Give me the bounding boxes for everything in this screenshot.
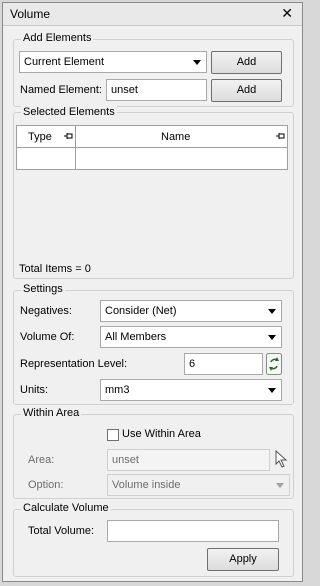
area-field[interactable]: unset — [107, 449, 270, 471]
calculate-volume-legend: Calculate Volume — [21, 502, 111, 514]
total-volume-field[interactable] — [107, 520, 279, 542]
units-label: Units: — [20, 384, 49, 396]
representation-level-value: 6 — [189, 358, 196, 370]
units-value: mm3 — [105, 384, 130, 396]
units-select[interactable]: mm3 — [100, 379, 282, 401]
window-title: Volume — [10, 7, 51, 21]
column-header-name[interactable]: Name — [161, 131, 190, 143]
settings-legend: Settings — [21, 283, 65, 295]
volume-of-select[interactable]: All Members — [100, 326, 282, 348]
element-select[interactable]: Current Element — [19, 51, 207, 73]
chevron-down-icon — [276, 483, 284, 488]
representation-level-label: Representation Level: — [20, 358, 128, 370]
selected-elements-table[interactable]: Type Name — [16, 125, 288, 170]
total-volume-label: Total Volume: — [28, 525, 95, 537]
option-select[interactable]: Volume inside — [107, 474, 290, 496]
use-within-area-checkbox[interactable] — [107, 429, 119, 441]
column-header-type[interactable]: Type — [28, 131, 52, 143]
pick-cursor-icon[interactable] — [275, 450, 289, 468]
chevron-down-icon — [193, 60, 201, 65]
chevron-down-icon — [268, 309, 276, 314]
pin-icon[interactable] — [276, 133, 285, 140]
column-divider[interactable] — [75, 126, 76, 170]
close-icon[interactable]: ✕ — [281, 5, 293, 21]
negatives-value: Consider (Net) — [105, 305, 177, 317]
negatives-select[interactable]: Consider (Net) — [100, 300, 282, 322]
area-label: Area: — [28, 454, 55, 466]
chevron-down-icon — [268, 388, 276, 393]
add-elements-legend: Add Elements — [21, 32, 94, 44]
representation-level-field[interactable]: 6 — [184, 353, 263, 375]
pin-icon[interactable] — [64, 133, 73, 140]
named-element-label: Named Element: — [20, 84, 102, 96]
refresh-icon[interactable] — [266, 353, 282, 375]
option-value: Volume inside — [112, 479, 181, 491]
table-header: Type Name — [17, 126, 287, 170]
element-select-value: Current Element — [24, 56, 105, 68]
add-named-element-button[interactable]: Add — [211, 79, 282, 102]
title-bar: Volume ✕ — [3, 3, 302, 26]
negatives-label: Negatives: — [20, 305, 72, 317]
named-element-value: unset — [111, 84, 138, 96]
option-label: Option: — [28, 479, 64, 491]
named-element-field[interactable]: unset — [106, 79, 207, 101]
area-value: unset — [112, 454, 139, 466]
apply-button[interactable]: Apply — [207, 548, 279, 571]
add-element-button[interactable]: Add — [211, 51, 282, 74]
within-area-legend: Within Area — [21, 407, 82, 419]
use-within-area-label[interactable]: Use Within Area — [122, 428, 201, 440]
chevron-down-icon — [268, 335, 276, 340]
volume-dialog: Volume ✕ Add Elements Current Element Ad… — [2, 2, 303, 582]
volume-of-value: All Members — [105, 331, 167, 343]
selected-elements-legend: Selected Elements — [21, 106, 117, 118]
total-items-label: Total Items = 0 — [19, 263, 91, 275]
volume-of-label: Volume Of: — [20, 331, 75, 343]
